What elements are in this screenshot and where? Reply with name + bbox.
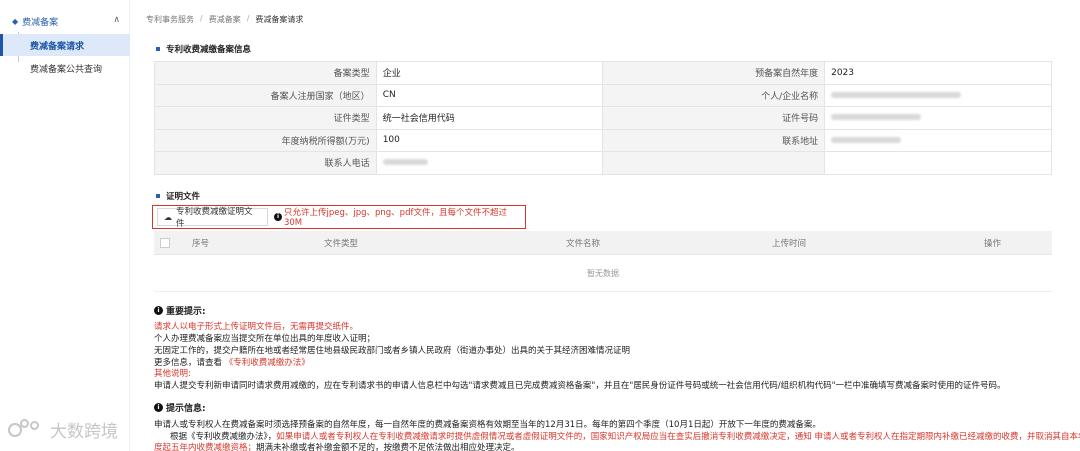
info-row: 联系人电话: [154, 151, 1052, 175]
info-icon: i: [154, 403, 163, 412]
notice-title-text: 重要提示:: [166, 307, 206, 317]
redacted-text: [831, 91, 962, 98]
breadcrumb-current: 费减备案请求: [255, 15, 304, 24]
field-label: 备案类型: [154, 61, 377, 85]
shield-icon: ◆: [12, 16, 19, 26]
upload-hint: i 只允许上传jpeg、jpg、png、pdf文件，且每个文件不超过30M: [273, 206, 525, 228]
column-header: 序号: [192, 238, 210, 249]
field-label: 年度纳税所得额(万元): [154, 128, 377, 152]
redacted-text: [831, 114, 922, 121]
tips-title-text: 提示信息:: [166, 404, 206, 414]
info-icon: i: [273, 213, 282, 221]
field-value: 2023: [824, 61, 1052, 85]
field-value-redacted: [375, 151, 604, 175]
field-label: 联系地址: [602, 128, 826, 152]
field-label: 证件号码: [602, 106, 826, 130]
upload-button-label: 专利收费减缴证明文件: [176, 207, 253, 229]
tips-warning-text: 度起五年内收费减缴资格；: [154, 443, 257, 451]
column-header: 操作: [984, 238, 1002, 249]
field-label: 预备案自然年度: [602, 61, 826, 85]
sidebar-group-label: 费减备案: [22, 17, 59, 28]
info-table: 备案类型 企业 预备案自然年度 2023 备案人注册国家（地区） CN 个人/企…: [154, 61, 1052, 175]
notice-line: 个人办理费减备案应当提交所在单位出具的年度收入证明；: [154, 334, 376, 344]
field-value-redacted: [824, 106, 1052, 130]
breadcrumb-item[interactable]: 专利事务服务: [146, 14, 194, 25]
other-notes-label: 其他说明:: [154, 369, 191, 379]
field-value: 100: [375, 128, 604, 152]
notice-line: 请求人以电子形式上传证明文件后，无需再提交纸件。: [154, 322, 359, 332]
info-row: 证件类型 统一社会信用代码 证件号码: [154, 106, 1052, 130]
sidebar-item-label: 费减备案公共查询: [30, 64, 103, 75]
watermark-logo-icon: [8, 418, 44, 441]
file-table-header: 序号 文件类型 文件名称 上传时间 操作: [154, 231, 1052, 255]
watermark: 大数跨境: [8, 417, 118, 442]
breadcrumb-item[interactable]: 费减备案: [209, 14, 241, 25]
field-value: [824, 151, 1052, 175]
breadcrumb-separator: /: [246, 14, 250, 23]
sidebar-group-fee-reduction[interactable]: ◆ 费减备案 ∧: [0, 10, 130, 32]
info-row: 备案人注册国家（地区） CN 个人/企业名称: [154, 83, 1052, 107]
regulation-link[interactable]: 《专利收费减缴办法》: [225, 358, 310, 368]
sidebar-item-public-query[interactable]: 费减备案公共查询: [0, 57, 130, 79]
chevron-up-icon: ∧: [113, 15, 120, 25]
important-notice-title: i 重要提示:: [154, 304, 206, 317]
upload-button[interactable]: ☁ 专利收费减缴证明文件: [157, 207, 268, 229]
section-title-info: 专利收费减缴备案信息: [156, 43, 251, 55]
redacted-text: [382, 159, 428, 166]
field-value: CN: [375, 83, 604, 107]
section-bullet: [156, 194, 160, 198]
info-row: 年度纳税所得额(万元) 100 联系地址: [154, 128, 1052, 152]
field-value: 统一社会信用代码: [375, 106, 604, 130]
field-label: 备案人注册国家（地区）: [154, 83, 377, 107]
upload-area: ☁ 专利收费减缴证明文件 i 只允许上传jpeg、jpg、png、pdf文件，且…: [152, 205, 526, 229]
column-header: 上传时间: [772, 238, 807, 249]
tips-line: 申请人或专利权人在费减备案时须选择预备案的自然年度，每一自然年度的费减备案资格有…: [154, 420, 821, 430]
notice-line: 无固定工作的，提交户籍所在地或者经常居住地县级民政部门或者乡镇人民政府（街道办事…: [154, 346, 631, 356]
info-icon: i: [154, 306, 163, 315]
field-label: 联系人电话: [154, 151, 377, 175]
field-label: 证件类型: [154, 106, 377, 130]
sidebar: ◆ 费减备案 ∧ 费减备案请求 费减备案公共查询: [0, 0, 130, 451]
info-row: 备案类型 企业 预备案自然年度 2023: [154, 61, 1052, 85]
upload-hint-text: 只允许上传jpeg、jpg、png、pdf文件，且每个文件不超过30M: [283, 208, 507, 228]
sidebar-item-fee-reduction-request[interactable]: 费减备案请求: [0, 34, 130, 56]
field-value-redacted: [824, 83, 1052, 107]
sidebar-item-label: 费减备案请求: [30, 41, 85, 52]
field-value: 企业: [375, 61, 604, 85]
column-header: 文件类型: [324, 238, 359, 249]
field-label: 个人/企业名称: [602, 83, 826, 107]
section-bullet: [156, 47, 160, 51]
tips-text: 期满未补缴或者补缴金额不足的，按缴费不足依法做出相应处理决定。: [256, 443, 520, 451]
notice-line: 申请人提交专利新申请同时请求费用减缴的，应在专利请求书的申请人信息栏中勾选"请求…: [154, 381, 1006, 391]
select-all-checkbox[interactable]: [160, 237, 170, 248]
field-value-redacted: [824, 128, 1052, 152]
watermark-text: 大数跨境: [50, 422, 118, 442]
breadcrumb: 专利事务服务 / 费减备案 / 费减备案请求: [146, 14, 303, 25]
breadcrumb-separator: /: [200, 14, 203, 23]
tips-title: i 提示信息:: [154, 401, 206, 414]
section-title-docs: 证明文件: [156, 190, 200, 202]
section-title-text: 专利收费减缴备案信息: [166, 45, 252, 55]
redacted-text: [831, 136, 902, 143]
tips-line: 度起五年内收费减缴资格；期满未补缴或者补缴金额不足的，按缴费不足依法做出相应处理…: [154, 441, 520, 451]
file-table-empty: 暂无数据: [154, 256, 1052, 292]
column-header: 文件名称: [566, 238, 601, 249]
field-label: [602, 151, 826, 175]
section-title-text: 证明文件: [166, 192, 201, 202]
cloud-upload-icon: ☁: [164, 212, 172, 222]
